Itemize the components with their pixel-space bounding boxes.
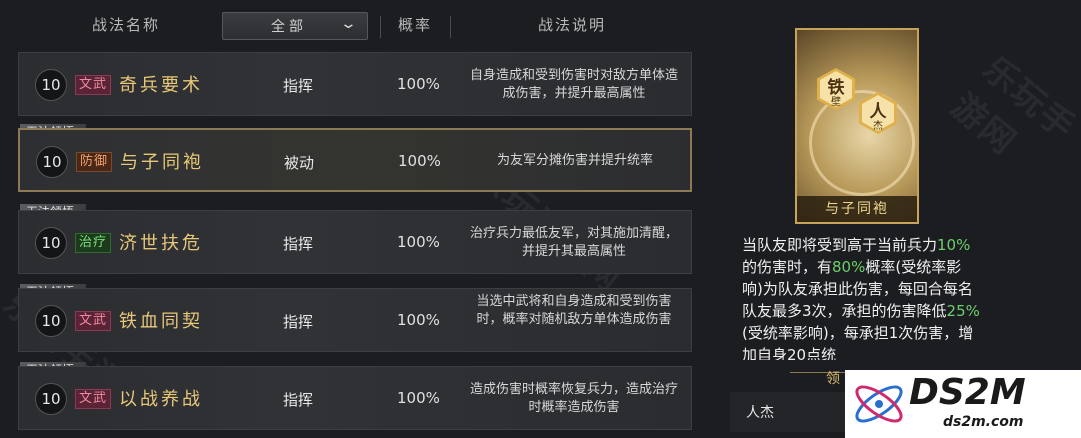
tactic-desc: 当选中武将和自身造成和受到伤害时，概率对随机敌方单体造成伤害 <box>476 294 672 327</box>
tactic-rate: 100% <box>397 389 440 407</box>
type-tag: 文武 <box>75 311 112 331</box>
type-tag: 治疗 <box>75 233 112 253</box>
detail-value: 10% <box>937 236 971 254</box>
chevron-down-icon: ⌄ <box>339 16 361 32</box>
tactic-category: 指挥 <box>283 235 314 253</box>
column-desc-header: 战法说明 <box>538 16 607 34</box>
level-badge: 10 <box>35 305 67 337</box>
logo-url: ds2m.com <box>943 414 1024 430</box>
tactic-category: 指挥 <box>283 77 314 95</box>
tactic-rate: 100% <box>397 75 440 93</box>
column-rate-header: 概率 <box>398 16 433 34</box>
site-logo: DS2M ds2m.com <box>845 370 1081 438</box>
tactic-name: 济世扶危 <box>119 233 203 254</box>
general-name: 人杰 <box>746 405 774 421</box>
tactic-name: 铁血同契 <box>119 311 203 332</box>
level-badge: 10 <box>35 383 67 415</box>
card-title: 与子同袍 <box>797 196 917 222</box>
detail-text: 当队友即将受到高于当前兵力 <box>742 236 938 254</box>
detail-text: 的伤害时，有 <box>742 258 833 276</box>
tactic-category: 被动 <box>284 154 315 172</box>
type-tag: 文武 <box>75 75 112 95</box>
tactic-category: 指挥 <box>283 391 314 409</box>
type-tag: 防御 <box>76 152 113 172</box>
tactic-detail-text: 当队友即将受到高于当前兵力10%的伤害时，有80%概率(受统率影响)为队友承担此… <box>742 234 982 360</box>
divider <box>450 16 451 38</box>
filter-dropdown[interactable]: 全部 ⌄ <box>222 12 368 40</box>
tactic-desc: 治疗兵力最低友军，对其施加清醒，并提升其最高属性 <box>469 226 678 259</box>
tactic-rate: 100% <box>398 152 441 170</box>
tactic-name: 与子同袍 <box>120 152 204 173</box>
tactic-row[interactable]: 10 治疗 济世扶危 指挥 100% 治疗兵力最低友军，对其施加清醒，并提升其最… <box>18 210 692 274</box>
detail-value: 25% <box>946 302 980 320</box>
filter-label: 全部 <box>271 19 307 35</box>
detail-text: (受统率影响)，每承担1次伤害，增加自身20点统 <box>742 324 974 360</box>
type-tag: 文武 <box>75 389 112 409</box>
level-badge: 10 <box>35 69 67 101</box>
watermark: 乐玩手游网 <box>943 48 1081 164</box>
detail-value: 80% <box>832 258 866 276</box>
level-badge: 10 <box>36 146 68 178</box>
tactic-desc: 造成伤害时概率恢复兵力，造成治疗时概率造成伤害 <box>469 382 678 415</box>
tactic-category: 指挥 <box>283 313 314 331</box>
section-label: 领 <box>826 371 840 387</box>
divider <box>790 372 850 373</box>
tactic-rate: 100% <box>397 233 440 251</box>
tactic-card: 铁 壁 人 杰 与子同袍 <box>795 28 919 224</box>
tactic-row[interactable]: 10 文武 奇兵要术 指挥 100% 自身造成和受到伤害时对敌方单体造成伤害，并… <box>18 52 692 116</box>
list-header: 战法名称 全部 ⌄ 概率 战法说明 <box>0 0 700 46</box>
tactic-row[interactable]: 10 文武 以战养战 指挥 100% 造成伤害时概率恢复兵力，造成治疗时概率造成… <box>18 366 692 430</box>
tactic-name: 奇兵要术 <box>119 75 203 96</box>
tactic-row[interactable]: 10 文武 铁血同契 指挥 100% 当选中武将和自身造成和受到伤害时，概率对随… <box>18 288 692 352</box>
tactic-desc: 自身造成和受到伤害时对敌方单体造成伤害，并提升最高属性 <box>469 68 678 101</box>
tactic-desc: 为友军分摊伤害并提升统率 <box>496 153 653 168</box>
atom-icon <box>855 385 903 423</box>
column-name-header: 战法名称 <box>92 16 161 34</box>
tactic-row[interactable]: 10 防御 与子同袍 被动 100% 为友军分摊伤害并提升统率 <box>18 128 692 192</box>
tactic-rate: 100% <box>397 311 440 329</box>
tactic-name: 以战养战 <box>119 389 203 410</box>
divider <box>380 16 381 38</box>
logo-text: DS2M <box>909 372 1026 413</box>
level-badge: 10 <box>35 227 67 259</box>
